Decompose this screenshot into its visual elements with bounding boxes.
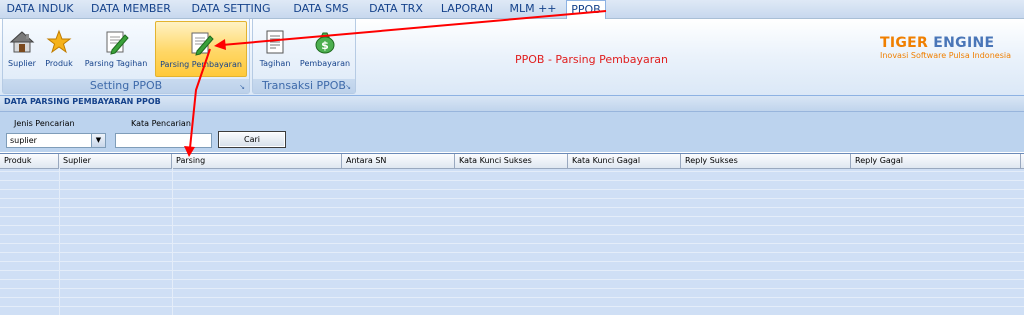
document-icon xyxy=(266,30,284,54)
column-header-reply-sukses[interactable]: Reply Sukses xyxy=(681,154,851,168)
menu-tab-data-member[interactable]: DATA MEMBER xyxy=(87,0,175,18)
jenis-pencarian-select[interactable]: suplier ▼ xyxy=(6,133,106,148)
filter-bar: Jenis Pencarian Kata Pencarian suplier ▼… xyxy=(0,112,1024,152)
parsing-pembayaran-button[interactable]: Parsing Pembayaran xyxy=(155,21,247,77)
group-label-transaksi-ppob: Transaksi PPOB xyxy=(253,79,355,93)
ribbon-page-title: PPOB - Parsing Pembayaran xyxy=(515,53,669,66)
grid-header: Produk Suplier Parsing Antara SN Kata Ku… xyxy=(0,154,1024,169)
tagihan-button[interactable]: Tagihan xyxy=(255,21,295,75)
pembayaran-button-label: Pembayaran xyxy=(299,59,351,68)
section-header: DATA PARSING PEMBAYARAN PPOB xyxy=(0,96,1024,112)
menu-tab-laporan[interactable]: LAPORAN xyxy=(437,0,497,18)
cari-button[interactable]: Cari xyxy=(218,131,286,148)
brand-name-b: ENGINE xyxy=(933,35,995,51)
group-setting-ppob: Suplier Produk Parsing Tagihan Parsing P… xyxy=(2,19,250,94)
pencil-document-icon xyxy=(191,32,214,56)
column-header-kata-kunci-gagal[interactable]: Kata Kunci Gagal xyxy=(568,154,681,168)
kata-pencarian-input[interactable] xyxy=(115,133,212,148)
tagihan-button-label: Tagihan xyxy=(259,59,291,68)
money-bag-icon: $ xyxy=(315,32,335,54)
star-icon xyxy=(46,29,72,54)
kata-pencarian-label: Kata Pencarian xyxy=(131,119,191,128)
group-label-setting-ppob: Setting PPOB xyxy=(3,79,249,93)
data-grid[interactable]: Produk Suplier Parsing Antara SN Kata Ku… xyxy=(0,153,1024,315)
menu-tab-mlm[interactable]: MLM ++ xyxy=(506,0,560,18)
jenis-pencarian-value: suplier xyxy=(10,136,37,145)
column-divider xyxy=(59,168,60,315)
produk-button-label: Produk xyxy=(45,59,73,68)
house-icon xyxy=(9,31,35,53)
parsing-tagihan-button-label: Parsing Tagihan xyxy=(84,59,148,68)
column-divider xyxy=(172,168,173,315)
menu-tab-data-sms[interactable]: DATA SMS xyxy=(287,0,355,18)
section-title: DATA PARSING PEMBAYARAN PPOB xyxy=(4,97,161,106)
pencil-document-icon xyxy=(106,31,129,55)
parsing-pembayaran-button-label: Parsing Pembayaran xyxy=(160,60,242,69)
menu-tab-data-trx[interactable]: DATA TRX xyxy=(364,0,428,18)
jenis-pencarian-label: Jenis Pencarian xyxy=(14,119,75,128)
column-header-reply-gagal[interactable]: Reply Gagal xyxy=(851,154,1021,168)
suplier-button-label: Suplier xyxy=(8,59,36,68)
menu-tab-data-induk[interactable]: DATA INDUK xyxy=(2,0,78,18)
group-transaksi-ppob: Tagihan $ Pembayaran Transaksi PPOB ↘ xyxy=(252,19,356,94)
suplier-button[interactable]: Suplier xyxy=(5,21,39,75)
column-header-antara-sn[interactable]: Antara SN xyxy=(342,154,455,168)
menu-bar: DATA INDUK DATA MEMBER DATA SETTING DATA… xyxy=(0,0,1024,19)
parsing-tagihan-button[interactable]: Parsing Tagihan xyxy=(80,21,152,75)
brand-logo: TIGER ENGINE Inovasi Software Pulsa Indo… xyxy=(880,35,1020,60)
brand-name-a: TIGER xyxy=(880,35,929,51)
menu-tab-data-setting[interactable]: DATA SETTING xyxy=(185,0,277,18)
produk-button[interactable]: Produk xyxy=(41,21,77,75)
chevron-down-icon[interactable]: ▼ xyxy=(91,134,105,147)
column-header-suplier[interactable]: Suplier xyxy=(59,154,172,168)
svg-text:$: $ xyxy=(321,39,329,52)
dialog-launcher-icon[interactable]: ↘ xyxy=(238,83,246,91)
menu-tab-ppob[interactable]: PPOB xyxy=(566,0,606,19)
brand-tagline: Inovasi Software Pulsa Indonesia xyxy=(880,51,1011,60)
dialog-launcher-icon[interactable]: ↘ xyxy=(344,83,352,91)
ribbon: Suplier Produk Parsing Tagihan Parsing P… xyxy=(0,19,1024,96)
column-header-parsing[interactable]: Parsing xyxy=(172,154,342,168)
column-header-produk[interactable]: Produk xyxy=(0,154,59,168)
brand-name: TIGER ENGINE xyxy=(880,35,1020,51)
pembayaran-button[interactable]: $ Pembayaran xyxy=(297,21,353,75)
column-header-kata-kunci-sukses[interactable]: Kata Kunci Sukses xyxy=(455,154,568,168)
